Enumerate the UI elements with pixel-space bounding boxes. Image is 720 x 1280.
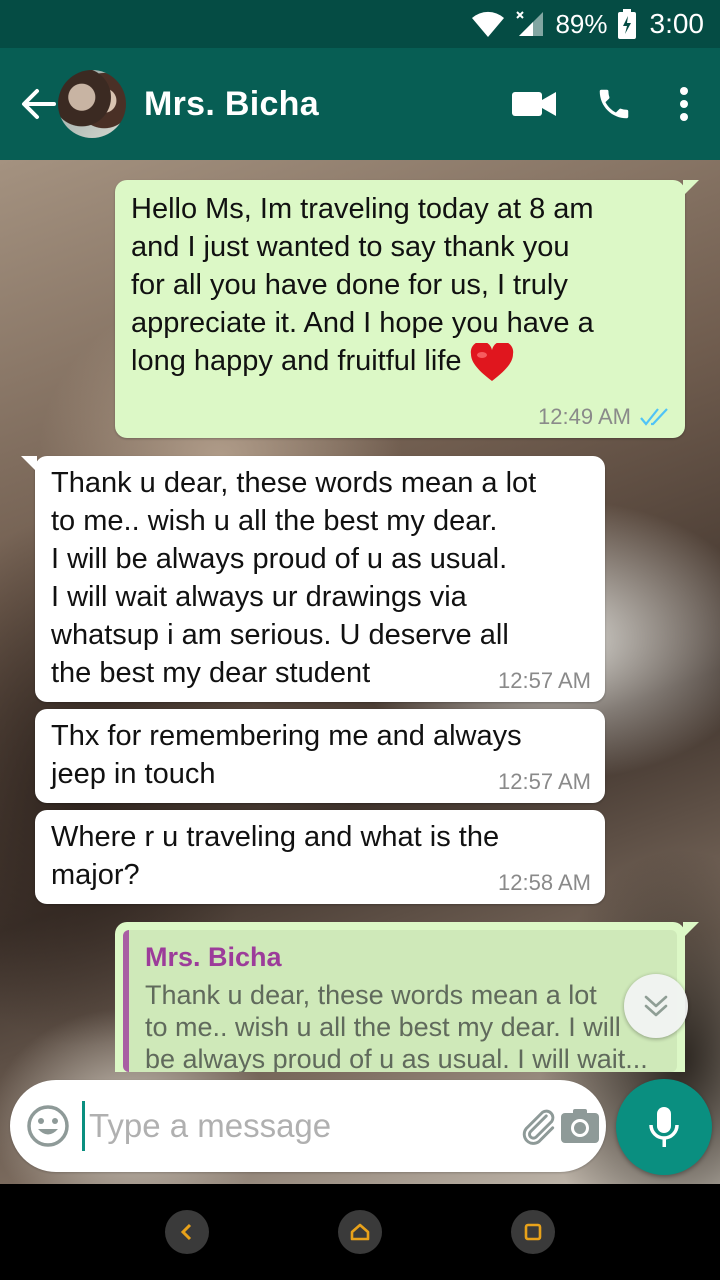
scroll-to-bottom-button[interactable] — [624, 974, 688, 1038]
voice-message-button[interactable] — [616, 1079, 712, 1175]
nav-home-button[interactable] — [337, 1210, 382, 1254]
back-button[interactable] — [12, 74, 64, 134]
message-meta: 12:57 AM — [498, 668, 591, 694]
attach-icon — [522, 1109, 555, 1145]
camera-button[interactable] — [560, 1091, 600, 1161]
message-bubble-incoming[interactable]: Where r u traveling and what is the majo… — [35, 810, 605, 904]
composer — [10, 1080, 606, 1172]
nav-back-icon — [180, 1223, 191, 1241]
emoji-icon — [27, 1105, 69, 1147]
nav-back-button[interactable] — [164, 1210, 209, 1254]
signal-icon — [515, 10, 545, 38]
message-text: Where r u traveling and what is the majo… — [51, 821, 500, 891]
phone-icon — [599, 89, 629, 119]
message-time: 12:49 AM — [538, 404, 631, 429]
nav-recents-button[interactable] — [511, 1210, 556, 1254]
nav-home-icon — [350, 1223, 370, 1241]
message-time: 12:57 AM — [498, 668, 591, 693]
message-meta: 12:57 AM — [498, 769, 591, 795]
message-text: Thank u dear, these words mean a lot to … — [51, 467, 537, 689]
message-bubble-outgoing-reply[interactable]: Mrs. Bicha Thank u dear, these words mea… — [115, 922, 699, 1072]
avatar[interactable] — [58, 70, 126, 138]
video-call-icon — [512, 92, 556, 116]
emoji-button[interactable] — [26, 1098, 70, 1154]
camera-icon — [561, 1109, 599, 1143]
mic-icon — [649, 1107, 679, 1147]
read-ticks-icon — [640, 408, 668, 426]
bubble-tail — [21, 456, 37, 472]
voice-call-button[interactable] — [574, 69, 654, 139]
quoted-sender-name: Mrs. Bicha — [145, 942, 282, 972]
status-time: 3:00 — [649, 8, 705, 39]
wifi-icon — [471, 10, 505, 38]
back-arrow-icon — [22, 89, 56, 119]
bubble-tail — [683, 180, 699, 196]
red-heart-emoji — [470, 341, 514, 388]
message-meta: 12:58 AM — [498, 870, 591, 896]
message-input[interactable] — [82, 1101, 516, 1151]
video-call-button[interactable] — [494, 69, 574, 139]
more-vert-icon — [680, 87, 688, 121]
chat-area[interactable]: Hello Ms, Im traveling today at 8 am and… — [0, 160, 720, 1185]
message-time: 12:58 AM — [498, 870, 591, 895]
more-options-button[interactable] — [654, 69, 714, 139]
message-text: Hello Ms, Im traveling today at 8 am and… — [131, 193, 594, 377]
quoted-text: Thank u dear, these words mean a lot to … — [145, 980, 648, 1072]
bubble-tail — [683, 922, 699, 938]
battery-percent: 89% — [555, 8, 608, 39]
nav-recents-icon — [525, 1223, 542, 1241]
quoted-message[interactable]: Mrs. Bicha Thank u dear, these words mea… — [123, 930, 677, 1072]
chat-header: Mrs. Bicha — [0, 48, 720, 160]
contact-name[interactable]: Mrs. Bicha — [144, 85, 319, 124]
status-bar: 89% 3:00 — [0, 0, 720, 48]
message-time: 12:57 AM — [498, 769, 591, 794]
message-bubble-incoming[interactable]: Thank u dear, these words mean a lot to … — [21, 456, 605, 702]
message-text: Thx for remembering me and always jeep i… — [51, 720, 522, 790]
message-bubble-outgoing[interactable]: Hello Ms, Im traveling today at 8 am and… — [115, 180, 699, 438]
attach-button[interactable] — [516, 1091, 560, 1161]
battery-charging-icon — [617, 9, 636, 39]
message-meta: 12:49 AM — [538, 404, 671, 430]
message-bubble-incoming[interactable]: Thx for remembering me and always jeep i… — [35, 709, 605, 803]
system-nav-bar — [0, 1184, 720, 1280]
scroll-down-icon — [644, 995, 668, 1017]
